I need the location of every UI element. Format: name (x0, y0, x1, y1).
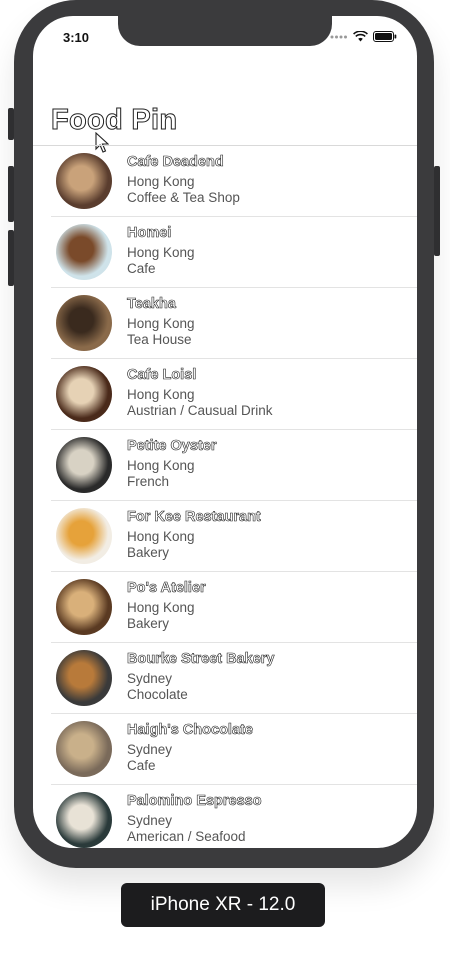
restaurant-name: Cafe Deadend (127, 154, 224, 171)
phone-screen: 3:10 Food Pin Cafe Deadend Hong Kong Coffe… (33, 16, 417, 848)
restaurant-thumbnail (56, 721, 112, 777)
restaurant-name: Po's Atelier (127, 580, 206, 597)
restaurant-location: Hong Kong (127, 387, 195, 402)
mute-switch (8, 108, 14, 140)
restaurant-thumbnail (56, 792, 112, 848)
restaurant-thumbnail (56, 153, 112, 209)
restaurant-type: French (127, 474, 170, 489)
table-row[interactable]: Teakha Hong Kong Tea House (51, 288, 417, 359)
restaurant-type: Cafe (127, 758, 156, 773)
restaurant-type: Bakery (127, 616, 170, 631)
restaurant-location: Hong Kong (127, 245, 195, 260)
restaurant-table: Cafe Deadend Hong Kong Coffee & Tea Shop Ho… (33, 146, 417, 848)
restaurant-name: Haigh's Chocolate (127, 722, 254, 739)
status-time: 3:10 (63, 30, 90, 45)
restaurant-thumbnail (56, 295, 112, 351)
table-row[interactable]: Haigh's Chocolate Sydney Cafe (51, 714, 417, 785)
restaurant-location: Hong Kong (127, 529, 195, 544)
restaurant-name: Homei (127, 225, 172, 242)
power-button (434, 166, 440, 256)
table-row[interactable]: Po's Atelier Hong Kong Bakery (51, 572, 417, 643)
notch (118, 16, 332, 46)
page-title: Food Pin (50, 104, 178, 137)
restaurant-location: Hong Kong (127, 174, 195, 189)
volume-down-button (8, 230, 14, 286)
restaurant-name: Cafe Loisl (127, 367, 197, 384)
restaurant-location: Sydney (127, 671, 173, 686)
restaurant-thumbnail (56, 508, 112, 564)
table-row[interactable]: Bourke Street Bakery Sydney Chocolate (51, 643, 417, 714)
restaurant-thumbnail (56, 579, 112, 635)
table-row[interactable]: Petite Oyster Hong Kong French (51, 430, 417, 501)
restaurant-type: American / Seafood (127, 829, 246, 844)
restaurant-name: Teakha (127, 296, 177, 313)
restaurant-location: Sydney (127, 813, 173, 828)
restaurant-location: Hong Kong (127, 458, 195, 473)
restaurant-type: Bakery (127, 545, 170, 560)
table-row[interactable]: Palomino Espresso Sydney American / Seafoo… (51, 785, 417, 848)
volume-up-button (8, 166, 14, 222)
device-label: iPhone XR - 12.0 (121, 883, 325, 927)
restaurant-thumbnail (56, 650, 112, 706)
battery-icon (373, 31, 397, 42)
restaurant-name: Palomino Espresso (127, 793, 262, 810)
wifi-icon (353, 31, 368, 42)
restaurant-location: Hong Kong (127, 316, 195, 331)
signal-dots-icon (330, 35, 347, 38)
table-row[interactable]: Homei Hong Kong Cafe (51, 217, 417, 288)
restaurant-name: Petite Oyster (127, 438, 217, 455)
status-icons (330, 31, 397, 42)
table-row[interactable]: Cafe Loisl Hong Kong Austrian / Causual Dr… (51, 359, 417, 430)
table-row[interactable]: For Kee Restaurant Hong Kong Bakery (51, 501, 417, 572)
restaurant-thumbnail (56, 224, 112, 280)
restaurant-name: Bourke Street Bakery (127, 651, 275, 668)
restaurant-type: Chocolate (127, 687, 188, 702)
restaurant-thumbnail (56, 366, 112, 422)
restaurant-type: Tea House (127, 332, 192, 347)
table-row[interactable]: Cafe Deadend Hong Kong Coffee & Tea Shop (51, 146, 417, 217)
restaurant-type: Austrian / Causual Drink (127, 403, 273, 418)
restaurant-type: Coffee & Tea Shop (127, 190, 240, 205)
restaurant-thumbnail (56, 437, 112, 493)
restaurant-name: For Kee Restaurant (127, 509, 261, 526)
restaurant-type: Cafe (127, 261, 156, 276)
restaurant-location: Hong Kong (127, 600, 195, 615)
restaurant-location: Sydney (127, 742, 173, 757)
